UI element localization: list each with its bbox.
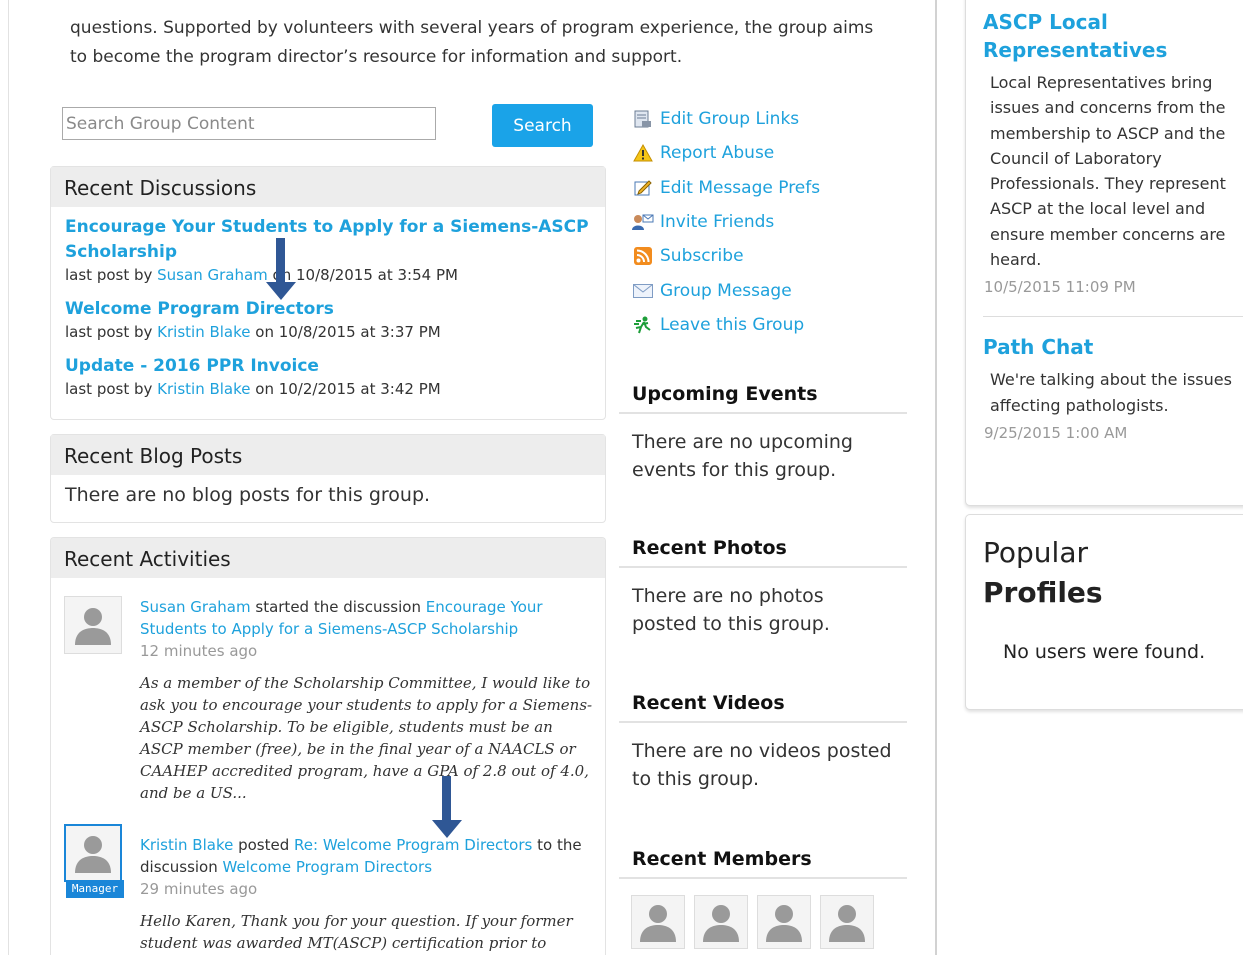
member-avatar[interactable] <box>631 895 685 949</box>
invite-friends-icon <box>632 212 654 232</box>
discussion-author-link[interactable]: Kristin Blake <box>157 323 250 341</box>
activity-target-link[interactable]: Re: Welcome Program Directors <box>294 836 532 854</box>
avatar[interactable] <box>64 596 122 654</box>
discussion-author-link[interactable]: Kristin Blake <box>157 380 250 398</box>
communities-box: ASCP Local Representatives Local Represe… <box>965 0 1243 506</box>
activity-time: 29 minutes ago <box>140 880 258 898</box>
recent-videos-title: Recent Videos <box>619 683 907 723</box>
recent-activities-panel: Recent Activities Susan Graham started t… <box>50 537 606 955</box>
recent-discussions-panel: Recent Discussions Encourage Your Studen… <box>50 166 606 420</box>
community-description: We're talking about the issues affecting… <box>990 370 1232 415</box>
invite-friends-link[interactable]: Invite Friends <box>632 205 820 239</box>
no-users-text: No users were found. <box>1003 641 1206 663</box>
group-description: questions. Supported by volunteers with … <box>70 18 874 67</box>
discussion-item: Encourage Your Students to Apply for a S… <box>65 215 591 285</box>
discussion-item: Welcome Program Directors last post by K… <box>65 297 591 342</box>
discussion-title-link[interactable]: Welcome Program Directors <box>65 297 591 322</box>
recent-members-title: Recent Members <box>619 839 907 879</box>
recent-discussions-title: Recent Discussions <box>51 167 605 207</box>
divider <box>983 316 1243 318</box>
discussion-title-link[interactable]: Encourage Your Students to Apply for a S… <box>65 215 591 265</box>
community-title-link[interactable]: Path Chat <box>966 333 1243 361</box>
search-button[interactable]: Search <box>492 104 593 147</box>
community-date: 9/25/2015 1:00 AM <box>984 423 1128 442</box>
discussion-title-link[interactable]: Update - 2016 PPR Invoice <box>65 354 591 379</box>
report-abuse-link[interactable]: Report Abuse <box>632 136 820 170</box>
popular-profiles-title-line2: Profiles <box>983 576 1103 609</box>
recent-videos-section: Recent Videos There are no videos posted… <box>619 683 907 807</box>
left-border <box>8 0 9 955</box>
member-avatar[interactable] <box>694 895 748 949</box>
activity-excerpt: As a member of the Scholarship Committee… <box>140 674 593 802</box>
edit-links-icon <box>632 109 654 129</box>
no-photos-text: There are no photos posted to this group… <box>632 585 830 635</box>
warning-icon <box>632 143 654 163</box>
annotation-arrow-icon <box>266 238 296 300</box>
activity-user-link[interactable]: Susan Graham <box>140 598 251 616</box>
leave-group-link[interactable]: Leave this Group <box>632 308 820 342</box>
annotation-arrow-icon <box>432 776 462 838</box>
leave-icon <box>632 315 654 335</box>
member-avatar[interactable] <box>757 895 811 949</box>
user-silhouette-icon <box>75 836 111 873</box>
user-silhouette-icon <box>75 608 111 645</box>
recent-photos-title: Recent Photos <box>619 528 907 568</box>
community-item: ASCP Local Representatives Local Represe… <box>966 8 1243 296</box>
user-silhouette-icon <box>766 905 802 942</box>
rss-icon <box>632 246 654 266</box>
recent-blog-posts-title: Recent Blog Posts <box>51 435 605 475</box>
popular-profiles-box: Popular Profiles No users were found. <box>965 514 1243 710</box>
activity-user-link[interactable]: Kristin Blake <box>140 836 233 854</box>
edit-group-links-link[interactable]: Edit Group Links <box>632 102 820 136</box>
edit-prefs-icon <box>632 178 654 198</box>
group-links: Edit Group Links Report Abuse Edit Messa… <box>632 102 820 342</box>
no-videos-text: There are no videos posted to this group… <box>632 740 892 790</box>
no-events-text: There are no upcoming events for this gr… <box>632 431 853 481</box>
envelope-icon <box>632 281 654 301</box>
community-date: 10/5/2015 11:09 PM <box>984 278 1136 297</box>
community-item: Path Chat We're talking about the issues… <box>966 333 1243 442</box>
upcoming-events-section: Upcoming Events There are no upcoming ev… <box>619 374 907 498</box>
activity-time: 12 minutes ago <box>140 642 258 660</box>
activity-discussion-link[interactable]: Welcome Program Directors <box>223 858 433 876</box>
activity-excerpt: Hello Karen, Thank you for your question… <box>140 912 573 952</box>
column-divider <box>935 0 937 955</box>
search-group-input[interactable] <box>62 107 436 140</box>
user-silhouette-icon <box>829 905 865 942</box>
recent-blog-posts-panel: Recent Blog Posts There are no blog post… <box>50 434 606 523</box>
user-silhouette-icon <box>640 905 676 942</box>
subscribe-link[interactable]: Subscribe <box>632 239 820 273</box>
discussion-item: Update - 2016 PPR Invoice last post by K… <box>65 354 591 399</box>
activity-item: Susan Graham started the discussion Enco… <box>51 596 605 804</box>
discussion-author-link[interactable]: Susan Graham <box>157 266 268 284</box>
no-blog-posts-text: There are no blog posts for this group. <box>65 484 431 506</box>
activity-item: Manager Kristin Blake posted Re: Welcome… <box>51 824 605 954</box>
member-avatar[interactable] <box>820 895 874 949</box>
popular-profiles-title-line1: Popular <box>983 536 1088 569</box>
recent-photos-section: Recent Photos There are no photos posted… <box>619 528 907 652</box>
avatar[interactable]: Manager <box>64 824 124 898</box>
community-title-link[interactable]: ASCP Local Representatives <box>966 8 1243 64</box>
community-description: Local Representatives bring issues and c… <box>990 73 1226 270</box>
edit-message-prefs-link[interactable]: Edit Message Prefs <box>632 171 820 205</box>
group-message-link[interactable]: Group Message <box>632 273 820 307</box>
user-silhouette-icon <box>703 905 739 942</box>
recent-members-section: Recent Members <box>619 839 907 949</box>
recent-activities-title: Recent Activities <box>51 538 605 578</box>
manager-badge: Manager <box>66 880 124 898</box>
upcoming-events-title: Upcoming Events <box>619 374 907 414</box>
